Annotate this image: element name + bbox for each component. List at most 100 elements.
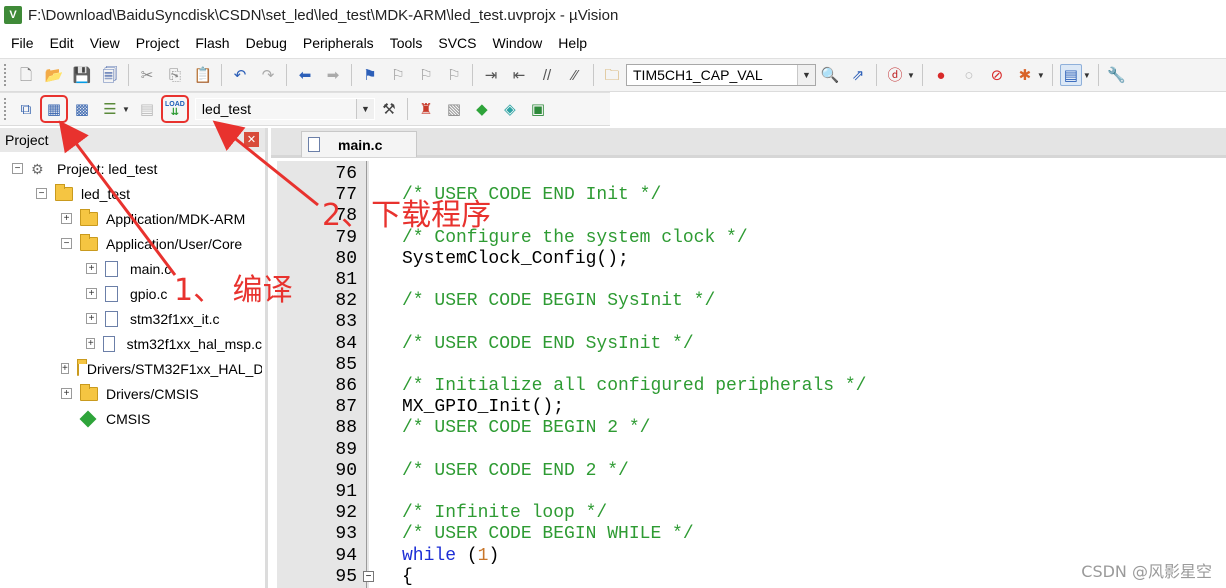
code-line[interactable]: 92 /* Infinite loop */	[271, 503, 1226, 524]
bookmark-icon[interactable]: ⚑	[359, 64, 381, 86]
wrench-icon[interactable]: 🔧	[1106, 64, 1128, 86]
kill-breakpoints-icon[interactable]: ⊘	[986, 64, 1008, 86]
code-line[interactable]: 84 /* USER CODE END SysInit */	[271, 334, 1226, 355]
tree-file[interactable]: + main.c	[86, 256, 171, 281]
tree-root[interactable]: − ⚙ Project: led_test	[12, 156, 157, 181]
paste-icon[interactable]: 📋	[192, 64, 214, 86]
tree-target[interactable]: − led_test	[36, 181, 130, 206]
clear-bookmarks-icon[interactable]: ⚐	[443, 64, 465, 86]
code-line[interactable]: 86 /* Initialize all configured periphera…	[271, 376, 1226, 397]
cut-icon[interactable]: ✂	[136, 64, 158, 86]
disable-breakpoint-icon[interactable]: ○	[958, 64, 980, 86]
find-in-files-icon[interactable]: 🗀	[601, 64, 623, 86]
menu-item-help[interactable]: Help	[550, 35, 595, 51]
close-icon[interactable]: ✕	[244, 132, 259, 147]
tab-main-c[interactable]: main.c	[301, 131, 417, 157]
code-line[interactable]: 87 MX_GPIO_Init();	[271, 397, 1226, 418]
comment-icon[interactable]: //	[536, 64, 558, 86]
collapse-icon[interactable]: −	[36, 188, 47, 199]
collapse-icon[interactable]: −	[61, 238, 72, 249]
menu-item-window[interactable]: Window	[485, 35, 551, 51]
uncomment-icon[interactable]: ⁄⁄	[564, 64, 586, 86]
tree-file[interactable]: + stm32f1xx_it.c	[86, 306, 219, 331]
code-line[interactable]: 88 /* USER CODE BEGIN 2 */	[271, 418, 1226, 439]
chevron-down-icon[interactable]: ▼	[355, 99, 374, 119]
menu-item-flash[interactable]: Flash	[187, 35, 237, 51]
save-all-icon[interactable]: 🗐	[99, 64, 121, 86]
next-bookmark-icon[interactable]: ⚐	[415, 64, 437, 86]
tree-group[interactable]: + Drivers/CMSIS	[61, 381, 199, 406]
batch-build-icon[interactable]: ☰	[99, 98, 121, 120]
menu-item-tools[interactable]: Tools	[382, 35, 431, 51]
expand-icon[interactable]: +	[61, 363, 69, 374]
incremental-find-icon[interactable]: ⇗	[847, 64, 869, 86]
tree-group[interactable]: + Application/MDK-ARM	[61, 206, 245, 231]
tree-file[interactable]: + stm32f1xx_hal_msp.c	[86, 331, 262, 356]
navigate-back-icon[interactable]: ⬅	[294, 64, 316, 86]
code-line[interactable]: 93 /* USER CODE BEGIN WHILE */	[271, 524, 1226, 545]
menu-item-debug[interactable]: Debug	[238, 35, 295, 51]
tree-file[interactable]: + gpio.c	[86, 281, 167, 306]
toolbar-grip[interactable]	[4, 64, 8, 86]
tree-cmsis[interactable]: CMSIS	[79, 406, 150, 431]
chevron-down-icon[interactable]: ▼	[1083, 71, 1091, 80]
expand-icon[interactable]: +	[61, 213, 72, 224]
target-options-icon[interactable]: ⚒	[378, 98, 400, 120]
menu-item-peripherals[interactable]: Peripherals	[295, 35, 382, 51]
manage-components-icon[interactable]: ♜	[415, 98, 437, 120]
chevron-down-icon[interactable]: ▼	[907, 71, 915, 80]
download-button[interactable]: LOAD ⇊	[160, 95, 189, 123]
unindent-icon[interactable]: ⇤	[508, 64, 530, 86]
indent-icon[interactable]: ⇥	[480, 64, 502, 86]
configure-icon[interactable]: ✱	[1014, 64, 1036, 86]
menu-item-edit[interactable]: Edit	[42, 35, 82, 51]
expand-icon[interactable]: +	[61, 388, 72, 399]
tree-group[interactable]: − Application/User/Core	[61, 231, 242, 256]
undo-icon[interactable]: ↶	[229, 64, 251, 86]
new-file-icon[interactable]: 🗋	[15, 64, 37, 86]
find-combo[interactable]: TIM5CH1_CAP_VAL ▼	[626, 64, 816, 86]
translate-icon[interactable]: ⧉	[15, 98, 37, 120]
build-button[interactable]: ▦	[40, 95, 68, 123]
menu-item-project[interactable]: Project	[128, 35, 188, 51]
menu-item-view[interactable]: View	[82, 35, 128, 51]
navigate-forward-icon[interactable]: ➡	[322, 64, 344, 86]
stop-build-icon[interactable]: ▤	[136, 98, 158, 120]
file-extensions-icon[interactable]: ▧	[443, 98, 465, 120]
target-combo[interactable]: led_test ▼	[194, 98, 375, 120]
chevron-down-icon[interactable]: ▼	[122, 105, 130, 114]
pin-icon[interactable]: 📌	[224, 131, 239, 145]
expand-icon[interactable]: +	[86, 313, 97, 324]
code-line[interactable]: 90 /* USER CODE END 2 */	[271, 461, 1226, 482]
chevron-down-icon[interactable]: ▼	[1037, 71, 1045, 80]
expand-icon[interactable]: +	[86, 263, 97, 274]
breakpoint-icon[interactable]: ●	[930, 64, 952, 86]
expand-icon[interactable]: +	[86, 338, 96, 349]
toolbar-grip[interactable]	[4, 98, 8, 120]
select-software-packs-icon[interactable]: ▣	[527, 98, 549, 120]
code-line[interactable]: 89	[271, 440, 1226, 461]
code-line[interactable]: 82/* USER CODE BEGIN SysInit */	[271, 291, 1226, 312]
code-line[interactable]: 80 SystemClock_Config();	[271, 249, 1226, 270]
debug-session-icon[interactable]: ⓓ	[884, 64, 906, 86]
window-layout-icon[interactable]: ▤	[1059, 64, 1082, 86]
tree-group[interactable]: + Drivers/STM32F1xx_HAL_Driver	[61, 356, 262, 381]
code-line[interactable]: 76	[271, 164, 1226, 185]
chevron-down-icon[interactable]: ▼	[797, 65, 815, 85]
save-icon[interactable]: 💾	[71, 64, 93, 86]
redo-icon[interactable]: ↷	[257, 64, 279, 86]
code-line[interactable]: 85	[271, 355, 1226, 376]
expand-icon[interactable]: +	[86, 288, 97, 299]
code-line[interactable]: 81	[271, 270, 1226, 291]
code-line[interactable]: 91	[271, 482, 1226, 503]
collapse-icon[interactable]: −	[12, 163, 23, 174]
prev-bookmark-icon[interactable]: ⚐	[387, 64, 409, 86]
code-line[interactable]: 83	[271, 312, 1226, 333]
pack-installer-icon[interactable]: ◈	[499, 98, 521, 120]
menu-item-file[interactable]: File	[0, 35, 42, 51]
open-file-icon[interactable]: 📂	[43, 64, 65, 86]
rebuild-button[interactable]: ▩	[71, 98, 93, 120]
find-icon[interactable]: 🔍	[819, 64, 841, 86]
fold-toggle-icon[interactable]: −	[363, 570, 374, 582]
menu-item-svcs[interactable]: SVCS	[430, 35, 484, 51]
